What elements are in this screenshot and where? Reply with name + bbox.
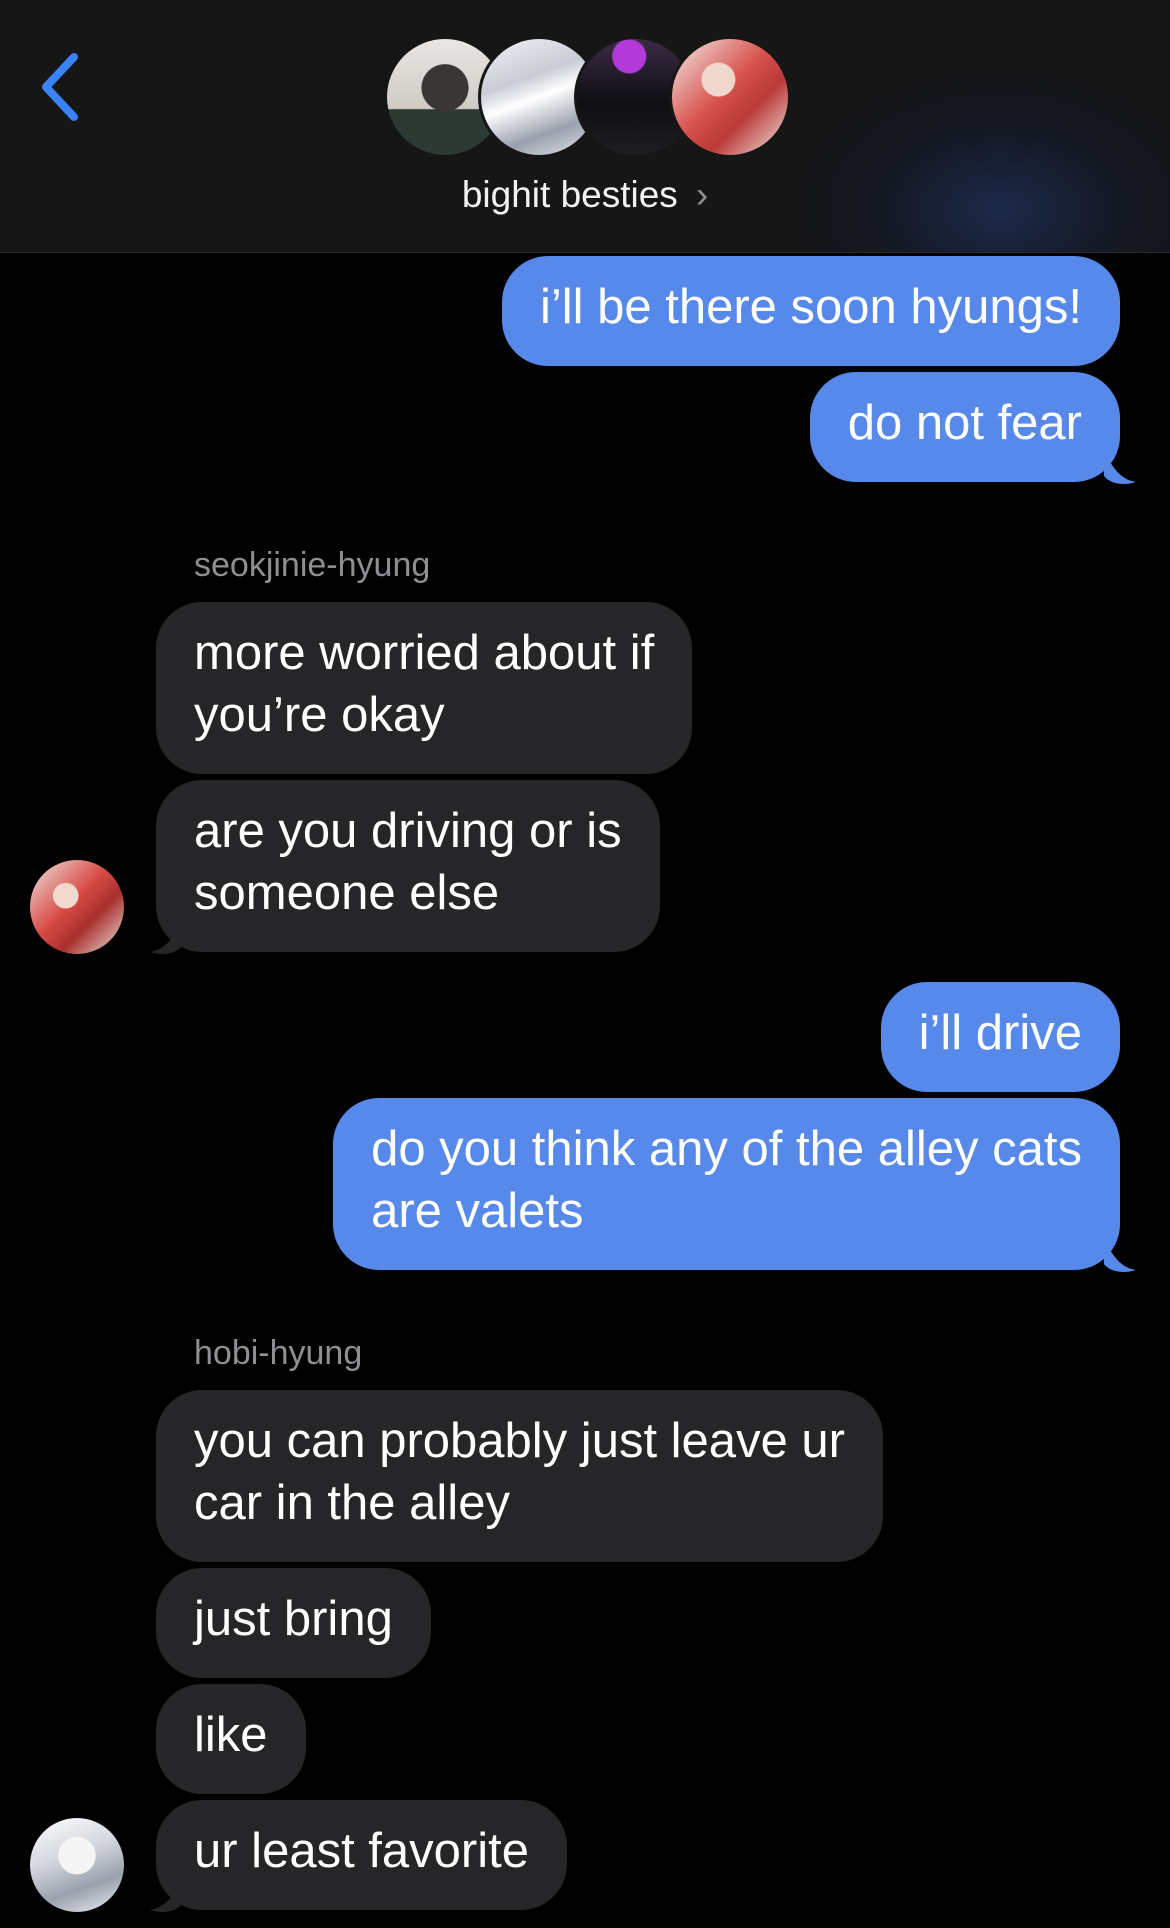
conversation-header: bighit besties ›	[0, 0, 1170, 253]
group-name: bighit besties	[461, 174, 678, 215]
message-bubble-received[interactable]: like	[156, 1684, 306, 1794]
sender-name: seokjinie-hyung	[194, 546, 431, 584]
message-bubble-sent[interactable]: do not fear	[809, 372, 1120, 482]
message-bubble-received[interactable]: are you driving or is someone else	[156, 780, 660, 952]
group-name-button[interactable]: bighit besties ›	[0, 174, 1170, 216]
message-bubble-sent[interactable]: do you think any of the alley cats are v…	[333, 1098, 1120, 1270]
avatar[interactable]	[30, 860, 124, 954]
group-avatars[interactable]	[384, 36, 791, 162]
message-bubble-received[interactable]: you can probably just leave ur car in th…	[156, 1390, 883, 1562]
avatar[interactable]	[30, 1818, 124, 1912]
message-bubble-received[interactable]: ur least favorite	[156, 1800, 567, 1910]
message-bubble-sent[interactable]: i’ll be there soon hyungs!	[501, 256, 1120, 366]
message-bubble-received[interactable]: just bring	[156, 1568, 431, 1678]
message-bubble-received[interactable]: more worried about if you’re okay	[156, 602, 693, 774]
back-button[interactable]	[30, 42, 90, 132]
avatar	[669, 36, 791, 158]
sender-name: hobi-hyung	[194, 1334, 363, 1372]
chevron-right-icon: ›	[695, 174, 709, 215]
chevron-left-icon	[42, 53, 78, 121]
bubble-tail	[1104, 446, 1136, 484]
bubble-tail	[150, 1874, 182, 1912]
bubble-tail	[150, 916, 182, 954]
bubble-tail	[1104, 1234, 1136, 1272]
message-bubble-sent[interactable]: i’ll drive	[880, 982, 1120, 1092]
